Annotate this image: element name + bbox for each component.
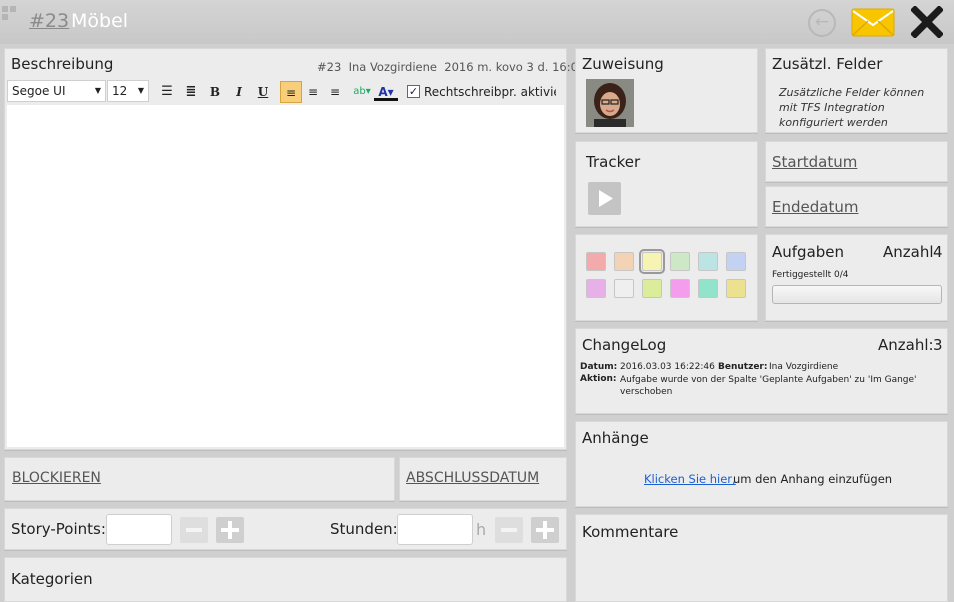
tasks-count: 4	[933, 243, 943, 261]
changelog-date: 2016.03.03 16:22:46	[620, 362, 715, 372]
bold-icon[interactable]: B	[206, 83, 224, 101]
color-swatch[interactable]	[642, 279, 662, 298]
tasks-done-label: Fertiggestellt	[772, 270, 832, 280]
changelog-action: Aufgabe wurde von der Spalte 'Geplante A…	[620, 375, 917, 397]
color-panel	[575, 234, 758, 321]
avatar[interactable]	[586, 79, 634, 127]
bullet-list-icon[interactable]: ☰	[158, 83, 176, 101]
color-swatch[interactable]	[726, 279, 746, 298]
font-select[interactable]: Segoe UI ▼	[7, 80, 106, 102]
tasks-panel: Aufgaben Anzahl 4 Fertiggestellt 0/4	[765, 234, 948, 321]
changelog-panel: ChangeLog Anzahl: 3 Datum: 2016.03.03 16…	[575, 328, 948, 414]
changelog-title: ChangeLog	[582, 336, 667, 354]
end-date-button[interactable]: Endedatum	[772, 198, 858, 216]
deadline-button[interactable]: ABSCHLUSSDATUM	[406, 470, 539, 486]
description-meta: #23 Ina Vozgirdiene 2016 m. kovo 3 d. 16…	[317, 60, 586, 74]
comments-panel: Kommentare	[575, 514, 948, 602]
extra-fields-panel: Zusätzl. Felder Zusätzliche Felder könne…	[765, 48, 948, 133]
start-date-panel: Startdatum	[765, 141, 948, 182]
deadline-panel: ABSCHLUSSDATUM	[399, 457, 567, 501]
description-panel: Beschreibung #23 Ina Vozgirdiene 2016 m.…	[4, 48, 585, 450]
assignment-title: Zuweisung	[582, 55, 664, 73]
font-select-value: Segoe UI	[12, 84, 66, 98]
story-points-input[interactable]	[106, 514, 172, 545]
story-plus-button[interactable]	[216, 517, 244, 543]
spellcheck-label: Rechtschreibpr. aktivieren	[424, 85, 556, 99]
block-button[interactable]: BLOCKIEREN	[12, 470, 101, 486]
changelog-user-label: Benutzer:	[718, 362, 768, 372]
hours-label: Stunden:	[330, 520, 398, 538]
play-icon[interactable]	[588, 182, 621, 215]
close-icon[interactable]	[910, 5, 944, 39]
header-bar: #23 Möbel ←	[0, 0, 954, 44]
attachments-title: Anhänge	[582, 429, 649, 447]
color-swatch[interactable]	[586, 252, 606, 271]
spellcheck-checkbox[interactable]: ✓	[407, 85, 420, 98]
color-swatch[interactable]	[639, 249, 665, 274]
attachments-panel: Anhänge Klicken Sie hier, um den Anhang …	[575, 421, 948, 507]
chevron-down-icon: ▼	[137, 86, 144, 95]
block-panel: BLOCKIEREN	[4, 457, 395, 501]
align-left-icon[interactable]: ≡	[280, 81, 302, 103]
categories-panel[interactable]: Kategorien	[4, 557, 567, 602]
tracker-panel: Tracker	[575, 141, 758, 227]
start-date-button[interactable]: Startdatum	[772, 153, 857, 171]
card-id-link[interactable]: #23	[29, 10, 69, 32]
tasks-done-value: 0/4	[834, 270, 849, 280]
changelog-action-label: Aktion:	[580, 374, 617, 384]
drag-grip-icon[interactable]	[2, 6, 20, 24]
hours-unit: h	[476, 520, 487, 539]
tasks-title: Aufgaben	[772, 243, 845, 261]
hours-minus-button[interactable]	[495, 517, 523, 543]
italic-icon[interactable]: I	[230, 83, 248, 101]
align-right-icon[interactable]: ≡	[326, 83, 344, 101]
color-swatch[interactable]	[698, 252, 718, 271]
assignment-panel: Zuweisung	[575, 48, 758, 133]
comments-title: Kommentare	[582, 523, 679, 541]
color-swatch[interactable]	[614, 252, 634, 271]
highlight-color-icon[interactable]: ab▾	[350, 83, 374, 101]
tracker-title: Tracker	[586, 153, 641, 171]
color-swatch[interactable]	[670, 279, 690, 298]
align-center-icon[interactable]: ≡	[304, 83, 322, 101]
color-swatch[interactable]	[698, 279, 718, 298]
changelog-count-label: Anzahl:	[878, 336, 934, 354]
color-swatch[interactable]	[586, 279, 606, 298]
size-select-value: 12	[112, 84, 128, 98]
hours-plus-button[interactable]	[531, 517, 559, 543]
story-minus-button[interactable]	[180, 517, 208, 543]
attach-text: um den Anhang einzufügen	[733, 472, 893, 486]
end-date-panel: Endedatum	[765, 186, 948, 227]
underline-icon[interactable]: U	[254, 83, 272, 101]
changelog-user: Ina Vozgirdiene	[769, 362, 839, 372]
changelog-count: 3	[933, 336, 943, 354]
extra-fields-note: Zusätzliche Felder können mit TFS Integr…	[779, 86, 925, 129]
tasks-progress-bar	[772, 285, 942, 304]
hours-input[interactable]	[397, 514, 473, 545]
color-swatch[interactable]	[614, 279, 634, 298]
description-title: Beschreibung	[11, 55, 114, 73]
numbered-list-icon[interactable]: ≣	[182, 83, 200, 101]
card-title[interactable]: Möbel	[71, 10, 128, 32]
chevron-down-icon: ▼	[94, 86, 101, 95]
size-select[interactable]: 12 ▼	[107, 80, 149, 102]
envelope-icon[interactable]	[851, 8, 895, 37]
font-color-icon[interactable]: A▾	[374, 83, 398, 101]
color-swatch[interactable]	[670, 252, 690, 271]
back-arrow-icon[interactable]: ←	[808, 9, 836, 37]
changelog-date-label: Datum:	[580, 362, 618, 372]
tasks-count-label: Anzahl	[883, 243, 934, 261]
color-swatch[interactable]	[726, 252, 746, 271]
story-points-label: Story-Points:	[11, 520, 106, 538]
attach-link[interactable]: Klicken Sie hier,	[644, 472, 736, 486]
categories-title: Kategorien	[11, 570, 93, 588]
editor-area[interactable]	[7, 105, 564, 447]
estimates-panel: Story-Points: Stunden: h	[4, 508, 567, 550]
extra-fields-title: Zusätzl. Felder	[772, 55, 883, 73]
